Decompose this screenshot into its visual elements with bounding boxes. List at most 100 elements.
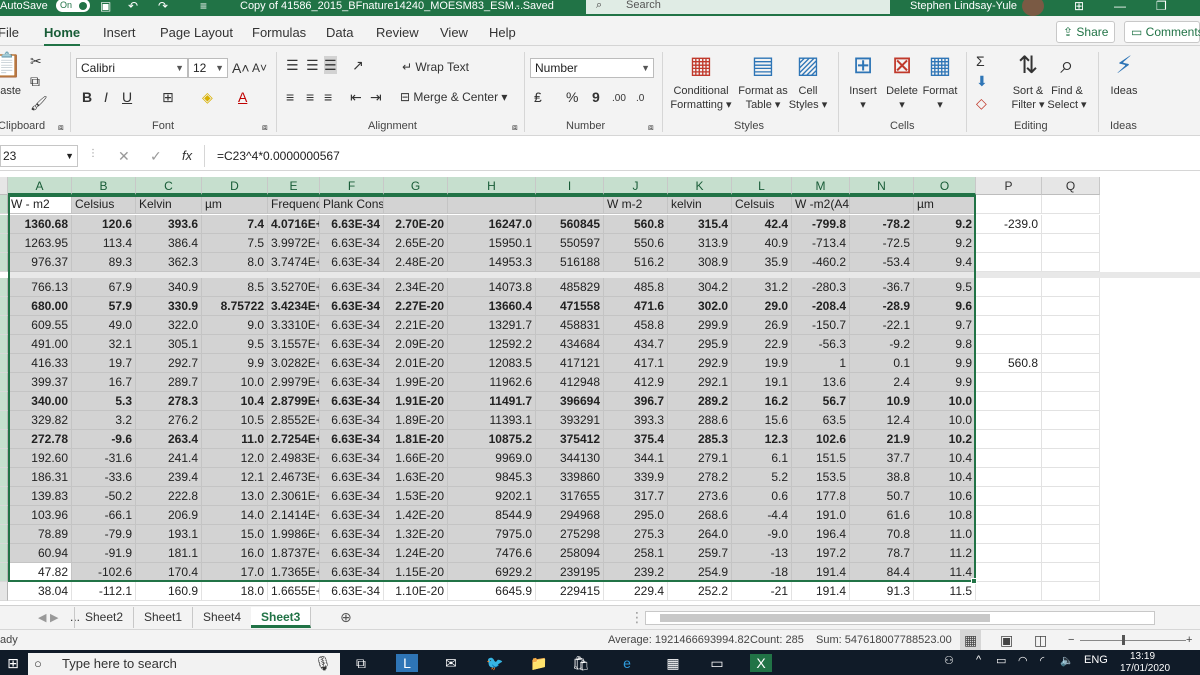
cell-d[interactable]: 9.5 bbox=[202, 335, 268, 354]
windows-start-icon[interactable]: ⊞ bbox=[2, 654, 24, 672]
cell-b[interactable]: 32.1 bbox=[72, 335, 136, 354]
cell-f[interactable]: 6.63E-34 bbox=[320, 215, 384, 234]
column-header-o[interactable]: O bbox=[914, 177, 976, 195]
cell-b[interactable]: 3.2 bbox=[72, 411, 136, 430]
cell-c[interactable]: 330.9 bbox=[136, 297, 202, 316]
tab-data[interactable]: Data bbox=[326, 25, 353, 40]
cell-i[interactable]: 434684 bbox=[536, 335, 604, 354]
cell-k[interactable]: 315.4 bbox=[668, 215, 732, 234]
cell-j[interactable]: 339.9 bbox=[604, 468, 668, 487]
cell-d[interactable]: 16.0 bbox=[202, 544, 268, 563]
cell-c[interactable]: 386.4 bbox=[136, 234, 202, 253]
comments-button[interactable]: ▭ Comments bbox=[1124, 21, 1200, 43]
row-header[interactable] bbox=[0, 506, 8, 525]
cell-j[interactable]: 434.7 bbox=[604, 335, 668, 354]
column-header-f[interactable]: F bbox=[320, 177, 384, 195]
accounting-icon[interactable]: ₤ bbox=[534, 88, 542, 106]
cell-p[interactable] bbox=[976, 278, 1042, 297]
cell-b[interactable]: -102.6 bbox=[72, 563, 136, 582]
merge-center-button[interactable]: ⊟ Merge & Center ▾ bbox=[400, 90, 507, 104]
cell-m[interactable]: 63.5 bbox=[792, 411, 850, 430]
row-header[interactable] bbox=[0, 278, 8, 297]
tab-home[interactable]: Home bbox=[44, 25, 81, 47]
header-cell-m[interactable]: W -m2(A4-J4) bbox=[792, 195, 850, 214]
zoom-thumb[interactable] bbox=[1122, 635, 1125, 645]
cell-l[interactable]: 35.9 bbox=[732, 253, 792, 272]
cell-l[interactable]: 16.2 bbox=[732, 392, 792, 411]
cell-k[interactable]: 302.0 bbox=[668, 297, 732, 316]
cell-e[interactable]: 2.4673E+13 bbox=[268, 468, 320, 487]
dialog-launcher-icon[interactable]: ⧈ bbox=[512, 118, 518, 136]
cell-l[interactable]: -13 bbox=[732, 544, 792, 563]
cell-i[interactable]: 275298 bbox=[536, 525, 604, 544]
search-box[interactable]: ⌕ Search bbox=[586, 0, 890, 14]
cell-l[interactable]: 22.9 bbox=[732, 335, 792, 354]
row-header[interactable] bbox=[0, 544, 8, 563]
header-cell-e[interactable]: Frequency(Hz) bbox=[268, 195, 320, 214]
cell-k[interactable]: 259.7 bbox=[668, 544, 732, 563]
cell-b[interactable]: -50.2 bbox=[72, 487, 136, 506]
battery-icon[interactable]: ▭ bbox=[996, 654, 1006, 667]
cell-o[interactable]: 9.2 bbox=[914, 215, 976, 234]
cell-p[interactable] bbox=[976, 563, 1042, 582]
cell-n[interactable]: -53.4 bbox=[850, 253, 914, 272]
tab-formulas[interactable]: Formulas bbox=[252, 25, 306, 40]
cell-q[interactable] bbox=[1042, 354, 1100, 373]
cell-p[interactable] bbox=[976, 525, 1042, 544]
fill-color-icon[interactable]: ◈ bbox=[202, 88, 213, 106]
cell-j[interactable]: 471.6 bbox=[604, 297, 668, 316]
cell-g[interactable]: 1.15E-20 bbox=[384, 563, 448, 582]
cell-q[interactable] bbox=[1042, 392, 1100, 411]
cell-n[interactable]: -72.5 bbox=[850, 234, 914, 253]
row-header[interactable] bbox=[0, 449, 8, 468]
store-icon[interactable]: 🛍 bbox=[570, 654, 592, 672]
cell-n[interactable]: 50.7 bbox=[850, 487, 914, 506]
cell-b[interactable]: -31.6 bbox=[72, 449, 136, 468]
scroll-left-icon[interactable]: ◀ bbox=[38, 609, 46, 627]
clock-time[interactable]: 13:19 bbox=[1130, 651, 1155, 662]
cell-h[interactable]: 12592.2 bbox=[448, 335, 536, 354]
cell-k[interactable]: 295.9 bbox=[668, 335, 732, 354]
cell-h[interactable]: 11393.1 bbox=[448, 411, 536, 430]
cell-g[interactable]: 2.27E-20 bbox=[384, 297, 448, 316]
cell-k[interactable]: 304.2 bbox=[668, 278, 732, 297]
cell-n[interactable]: 38.8 bbox=[850, 468, 914, 487]
cell-j[interactable]: 275.3 bbox=[604, 525, 668, 544]
cell-d[interactable]: 10.0 bbox=[202, 373, 268, 392]
cell-p[interactable] bbox=[976, 335, 1042, 354]
cell-q[interactable] bbox=[1042, 487, 1100, 506]
column-header-d[interactable]: D bbox=[202, 177, 268, 195]
cell-e[interactable]: 3.5270E+13 bbox=[268, 278, 320, 297]
cell-a[interactable]: 103.96 bbox=[8, 506, 72, 525]
header-cell-d[interactable]: µm bbox=[202, 195, 268, 214]
cell-j[interactable]: 485.8 bbox=[604, 278, 668, 297]
sheet-tab-sheet4[interactable]: Sheet4 bbox=[193, 607, 253, 628]
cell-o[interactable]: 9.4 bbox=[914, 253, 976, 272]
cell-d[interactable]: 10.5 bbox=[202, 411, 268, 430]
cell-h[interactable]: 13660.4 bbox=[448, 297, 536, 316]
cell-c[interactable]: 340.9 bbox=[136, 278, 202, 297]
cell-g[interactable]: 2.01E-20 bbox=[384, 354, 448, 373]
header-cell-l[interactable]: Celsuis bbox=[732, 195, 792, 214]
cell-n[interactable]: 21.9 bbox=[850, 430, 914, 449]
file-explorer-icon[interactable]: 📁 bbox=[528, 654, 550, 672]
cell-e[interactable]: 2.4983E+13 bbox=[268, 449, 320, 468]
column-header-a[interactable]: A bbox=[8, 177, 72, 195]
cell-p[interactable] bbox=[976, 582, 1042, 601]
cell-m[interactable]: -713.4 bbox=[792, 234, 850, 253]
cell-c[interactable]: 263.4 bbox=[136, 430, 202, 449]
cell-d[interactable]: 13.0 bbox=[202, 487, 268, 506]
column-header-e[interactable]: E bbox=[268, 177, 320, 195]
cell-k[interactable]: 279.1 bbox=[668, 449, 732, 468]
cell-a[interactable]: 1360.68 bbox=[8, 215, 72, 234]
cell-f[interactable]: 6.63E-34 bbox=[320, 430, 384, 449]
cell-h[interactable]: 6645.9 bbox=[448, 582, 536, 601]
cell-h[interactable]: 7476.6 bbox=[448, 544, 536, 563]
cell-f[interactable]: 6.63E-34 bbox=[320, 468, 384, 487]
column-header-g[interactable]: G bbox=[384, 177, 448, 195]
cell-b[interactable]: 5.3 bbox=[72, 392, 136, 411]
cell-k[interactable]: 289.2 bbox=[668, 392, 732, 411]
cell-e[interactable]: 2.9979E+13 bbox=[268, 373, 320, 392]
cell-l[interactable]: 40.9 bbox=[732, 234, 792, 253]
cell-j[interactable]: 375.4 bbox=[604, 430, 668, 449]
